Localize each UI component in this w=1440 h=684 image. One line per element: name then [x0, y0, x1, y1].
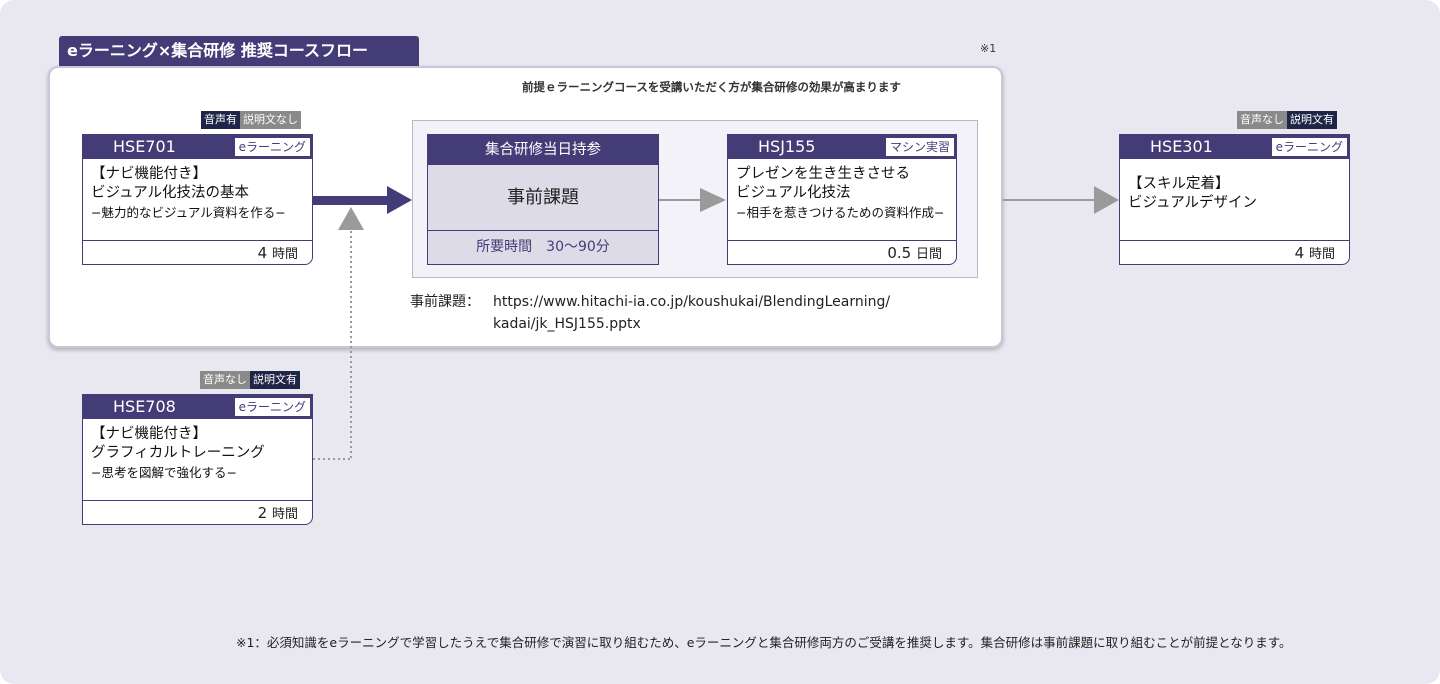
- course-body: 【ナビ機能付き】 グラフィカルトレーニング −思考を図解で強化する−: [83, 419, 312, 482]
- audio-tag: 音声なし: [200, 371, 250, 389]
- duration-value: 0.5: [887, 244, 912, 262]
- task-arrow-head: [700, 188, 726, 212]
- course-code: HSJ155: [758, 137, 816, 156]
- course-body: 【ナビ機能付き】 ビジュアル化技法の基本 −魅力的なビジュアル資料を作る−: [83, 159, 312, 222]
- course-duration: 4 時間: [1120, 240, 1349, 264]
- hse301-tags: 音声なし 説明文有: [1237, 111, 1337, 129]
- course-body: プレゼンを生き生きさせる ビジュアル化技法 −相手を惹きつけるための資料作成−: [728, 159, 956, 222]
- task-time: 所要時間 30〜90分: [476, 239, 610, 255]
- course-title: ビジュアルデザイン: [1128, 195, 1258, 211]
- course-title: ビジュアル化技法の基本: [91, 185, 250, 201]
- main-arrow-shaft: [313, 196, 389, 205]
- audio-tag: 音声有: [201, 111, 240, 129]
- merge-arrow-head: [338, 207, 364, 230]
- pre-task-url-line1[interactable]: https://www.hitachi-ia.co.jp/koushukai/B…: [493, 291, 890, 313]
- course-card-hsj155[interactable]: HSJ155 マシン実習 プレゼンを生き生きさせる ビジュアル化技法 −相手を惹…: [727, 134, 957, 265]
- duration-unit: 時間: [271, 507, 298, 522]
- course-subtitle: −思考を図解で強化する−: [91, 465, 237, 480]
- duration-unit: 日間: [915, 247, 942, 262]
- flow-connectors: [313, 186, 1119, 460]
- audio-tag: 音声なし: [1237, 111, 1287, 129]
- hse701-tags: 音声有 説明文なし: [201, 111, 301, 129]
- course-code: HSE301: [1150, 137, 1213, 156]
- pre-task-label: 事前課題：: [410, 294, 480, 310]
- description-tag: 説明文有: [1287, 111, 1337, 129]
- course-card-hse701[interactable]: HSE701 eラーニング 【ナビ機能付き】 ビジュアル化技法の基本 −魅力的な…: [82, 134, 313, 265]
- course-card-hse708[interactable]: HSE708 eラーニング 【ナビ機能付き】 グラフィカルトレーニング −思考を…: [82, 394, 313, 525]
- course-label: 【ナビ機能付き】: [91, 166, 207, 182]
- duration-value: 4: [1294, 244, 1305, 262]
- main-arrow-head: [387, 186, 412, 214]
- course-body: 【スキル定着】 ビジュアルデザイン: [1120, 159, 1349, 213]
- task-title: 事前課題: [428, 165, 658, 231]
- duration-unit: 時間: [271, 247, 298, 262]
- course-title-2: ビジュアル化技法: [736, 185, 851, 201]
- course-card-hse301[interactable]: HSE301 eラーニング 【スキル定着】 ビジュアルデザイン 4 時間: [1119, 134, 1350, 265]
- course-code: HSE708: [113, 397, 176, 416]
- duration-unit: 時間: [1308, 247, 1335, 262]
- course-type-badge: マシン実習: [885, 138, 954, 156]
- description-tag: 説明文有: [250, 371, 300, 389]
- course-duration: 4 時間: [83, 240, 312, 264]
- course-code: HSE701: [113, 137, 176, 156]
- course-label: 【ナビ機能付き】: [91, 426, 207, 442]
- duration-value: 4: [257, 244, 268, 262]
- course-header: HSJ155 マシン実習: [728, 135, 956, 159]
- hse708-tags: 音声なし 説明文有: [200, 371, 300, 389]
- course-label: 【スキル定着】: [1128, 176, 1230, 192]
- course-subtitle: −相手を惹きつけるための資料作成−: [736, 205, 945, 220]
- footnote: ※1：必須知識をeラーニングで学習したうえで集合研修で演習に取り組むため、eラー…: [236, 635, 1292, 650]
- pre-task-url[interactable]: https://www.hitachi-ia.co.jp/koushukai/B…: [493, 291, 890, 335]
- course-subtitle: −魅力的なビジュアル資料を作る−: [91, 205, 286, 220]
- course-header: HSE701 eラーニング: [83, 135, 312, 159]
- course-header: HSE301 eラーニング: [1120, 135, 1349, 159]
- task-header: 集合研修当日持参: [428, 135, 658, 165]
- flow-diagram: eラーニング×集合研修 推奨コースフロー ※1 前提ｅラーニングコースを受講いた…: [0, 0, 1440, 684]
- course-header: HSE708 eラーニング: [83, 395, 312, 419]
- description-tag: 説明文なし: [240, 111, 301, 129]
- course-title: グラフィカルトレーニング: [91, 445, 265, 461]
- course-type-badge: eラーニング: [234, 398, 310, 416]
- pre-task-url-line2[interactable]: kadai/jk_HSJ155.pptx: [493, 313, 890, 335]
- course-type-badge: eラーニング: [234, 138, 310, 156]
- pre-task-box: 集合研修当日持参 事前課題 所要時間 30〜90分: [427, 134, 659, 265]
- group-arrow-head: [1094, 186, 1119, 214]
- course-title: プレゼンを生き生きさせる: [736, 166, 910, 182]
- course-duration: 2 時間: [83, 500, 312, 524]
- course-duration: 0.5 日間: [728, 240, 956, 264]
- duration-value: 2: [257, 504, 268, 522]
- course-type-badge: eラーニング: [1271, 138, 1347, 156]
